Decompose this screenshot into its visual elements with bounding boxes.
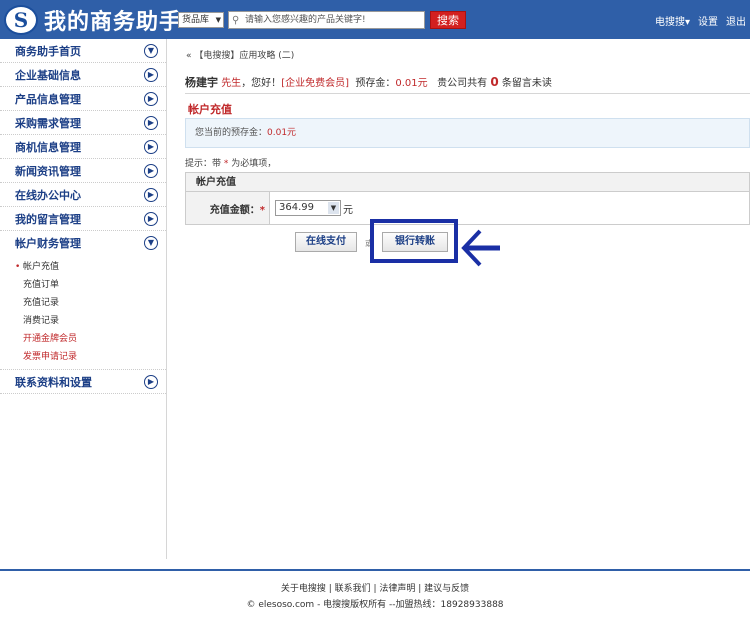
submenu-consumption-records[interactable]: 消费记录 (23, 312, 166, 330)
chevron-right-icon: ▶ (144, 163, 158, 178)
tip-suffix: 为必填项， (231, 159, 277, 169)
chevron-right-icon: ▶ (144, 211, 158, 226)
user-info-line: 杨建宇 先生，您好！[企业免费会员] 预存金：0.01元 贵公司共有 0 条留言… (185, 74, 552, 90)
tip-prefix: 提示：带 (185, 159, 222, 169)
sidebar-item-label: 产品信息管理 (15, 92, 81, 106)
required-star: * (223, 159, 229, 169)
sidebar-item-label: 新闻资讯管理 (15, 164, 81, 178)
footer-link-about[interactable]: 关于电搜搜 (281, 584, 326, 594)
amount-value: 364.99 (279, 202, 314, 213)
sidebar-item-label: 联系资料和设置 (15, 375, 92, 389)
sidebar-item-label: 商务助手首页 (15, 44, 81, 58)
caret-down-icon: ▾ (684, 17, 690, 28)
balance-text: 您当前的预存金： (195, 128, 268, 138)
chevron-right-icon: ▶ (144, 91, 158, 106)
sidebar-item-label: 我的留言管理 (15, 212, 81, 226)
sidebar-item-finance[interactable]: 帐户财务管理 ▼ (0, 231, 166, 255)
submenu-gold-member[interactable]: 开通金牌会员 (23, 330, 166, 348)
chevron-right-icon: ▶ (144, 139, 158, 154)
user-salutation: 先生 (221, 78, 242, 89)
sidebar-item-contact-settings[interactable]: 联系资料和设置 ▶ (0, 370, 166, 394)
submenu-invoice-records[interactable]: 发票申请记录 (23, 348, 166, 366)
amount-label: 充值金额：* (186, 201, 269, 216)
logo[interactable]: S 我的商务助手 (4, 4, 182, 36)
amount-select[interactable]: 364.99 ▼ (275, 200, 341, 216)
search-icon: ⚲ (232, 15, 240, 26)
sidebar-item-label: 在线办公中心 (15, 188, 81, 202)
submenu-recharge-records[interactable]: 充值记录 (23, 294, 166, 312)
recharge-form: 帐户充值 充值金额：* 364.99 ▼ 元 (185, 172, 750, 225)
member-level[interactable]: [企业免费会员] (281, 78, 349, 89)
footer-link-contact[interactable]: 联系我们 (335, 584, 371, 594)
sidebar-item-company-info[interactable]: 企业基础信息 ▶ (0, 63, 166, 87)
sidebar-item-purchasing[interactable]: 采购需求管理 ▶ (0, 111, 166, 135)
submenu-recharge-orders[interactable]: 充值订单 (23, 276, 166, 294)
footer-link-legal[interactable]: 法律声明 (379, 584, 415, 594)
logo-text: 我的商务助手 (44, 10, 183, 35)
balance-value: 0.01元 (267, 128, 297, 138)
top-links: 电搜搜▾ 设置 退出 (655, 13, 746, 28)
chevron-right-icon: ▶ (144, 115, 158, 130)
sidebar-item-messages[interactable]: 我的留言管理 ▶ (0, 207, 166, 231)
chevron-down-icon: ▼ (328, 202, 339, 214)
footer-divider (0, 569, 750, 571)
user-name: 杨建宇 (185, 76, 218, 89)
exit-link[interactable]: 退出 (726, 13, 746, 28)
amount-label-cell: 充值金额：* (186, 192, 270, 224)
divider (185, 93, 750, 94)
sidebar-item-label: 商机信息管理 (15, 140, 81, 154)
unread-count[interactable]: 0 (490, 75, 498, 89)
balance-info: 您当前的预存金：0.01元 (185, 118, 750, 148)
arrow-left-icon (461, 229, 500, 267)
settings-link[interactable]: 设置 (698, 13, 718, 28)
deposit-label: 预存金： (355, 78, 396, 89)
breadcrumb[interactable]: « 【电搜搜】应用攻略 (二) (186, 48, 294, 61)
amount-row: 充值金额：* 364.99 ▼ 元 (186, 192, 749, 224)
search-placeholder: 请输入您感兴趣的产品关键字! (245, 15, 366, 25)
submenu-recharge[interactable]: 帐户充值 (15, 258, 166, 276)
company-msg-suffix: 条留言未读 (501, 78, 552, 89)
company-msg-prefix: 贵公司共有 (437, 78, 488, 89)
section-title: 帐户充值 (188, 103, 232, 116)
online-payment-button[interactable]: 在线支付 (295, 232, 357, 252)
greeting: ，您好！ (241, 78, 282, 89)
user-menu[interactable]: 电搜搜▾ (655, 13, 690, 28)
sidebar-item-home[interactable]: 商务助手首页 ▼ (0, 39, 166, 63)
finance-submenu: 帐户充值 充值订单 充值记录 消费记录 开通金牌会员 发票申请记录 (0, 255, 166, 370)
chevron-right-icon: ▶ (144, 67, 158, 82)
sidebar-item-products[interactable]: 产品信息管理 ▶ (0, 87, 166, 111)
sidebar-item-office[interactable]: 在线办公中心 ▶ (0, 183, 166, 207)
form-header: 帐户充值 (186, 173, 749, 192)
user-menu-label: 电搜搜 (654, 17, 685, 28)
required-tip: 提示：带 * 为必填项， (185, 156, 276, 169)
sidebar: 商务助手首页 ▼ 企业基础信息 ▶ 产品信息管理 ▶ 采购需求管理 ▶ 商机信息… (0, 39, 167, 559)
chevron-down-icon: ▼ (144, 43, 158, 58)
footer-copyright: © elesoso.com - 电搜搜版权所有 --加盟热线：189289338… (246, 600, 504, 610)
sidebar-item-news[interactable]: 新闻资讯管理 ▶ (0, 159, 166, 183)
search-input[interactable]: ⚲ 请输入您感兴趣的产品关键字! (228, 11, 425, 29)
breadcrumb-text: 【电搜搜】应用攻略 (二) (194, 51, 295, 61)
chevron-right-icon: ▶ (144, 374, 158, 389)
logo-icon: S (4, 5, 38, 35)
deposit-value: 0.01元 (395, 78, 428, 89)
amount-unit: 元 (343, 204, 353, 216)
footer-link-feedback[interactable]: 建议与反馈 (424, 584, 469, 594)
sidebar-item-opportunities[interactable]: 商机信息管理 ▶ (0, 135, 166, 159)
search-button[interactable]: 搜索 (430, 11, 466, 29)
sidebar-item-label: 帐户财务管理 (15, 237, 81, 250)
amount-label-text: 充值金额： (209, 204, 260, 216)
top-header: S 我的商务助手 货品库 ▼ ⚲ 请输入您感兴趣的产品关键字! 搜索 电搜搜▾ … (0, 0, 750, 39)
search-type-select[interactable]: 货品库 ▼ (178, 12, 224, 28)
chevron-right-icon: ▶ (144, 187, 158, 202)
sidebar-item-label: 采购需求管理 (15, 116, 81, 130)
chevron-down-icon: ▼ (144, 236, 158, 250)
chevron-down-icon: ▼ (215, 16, 221, 24)
footer-links: 关于电搜搜 | 联系我们 | 法律声明 | 建议与反馈 (280, 584, 470, 594)
bank-transfer-button[interactable]: 银行转账 (382, 232, 448, 252)
required-star: * (259, 204, 265, 216)
sidebar-item-label: 企业基础信息 (15, 68, 81, 82)
search-type-value: 货品库 (182, 15, 210, 25)
